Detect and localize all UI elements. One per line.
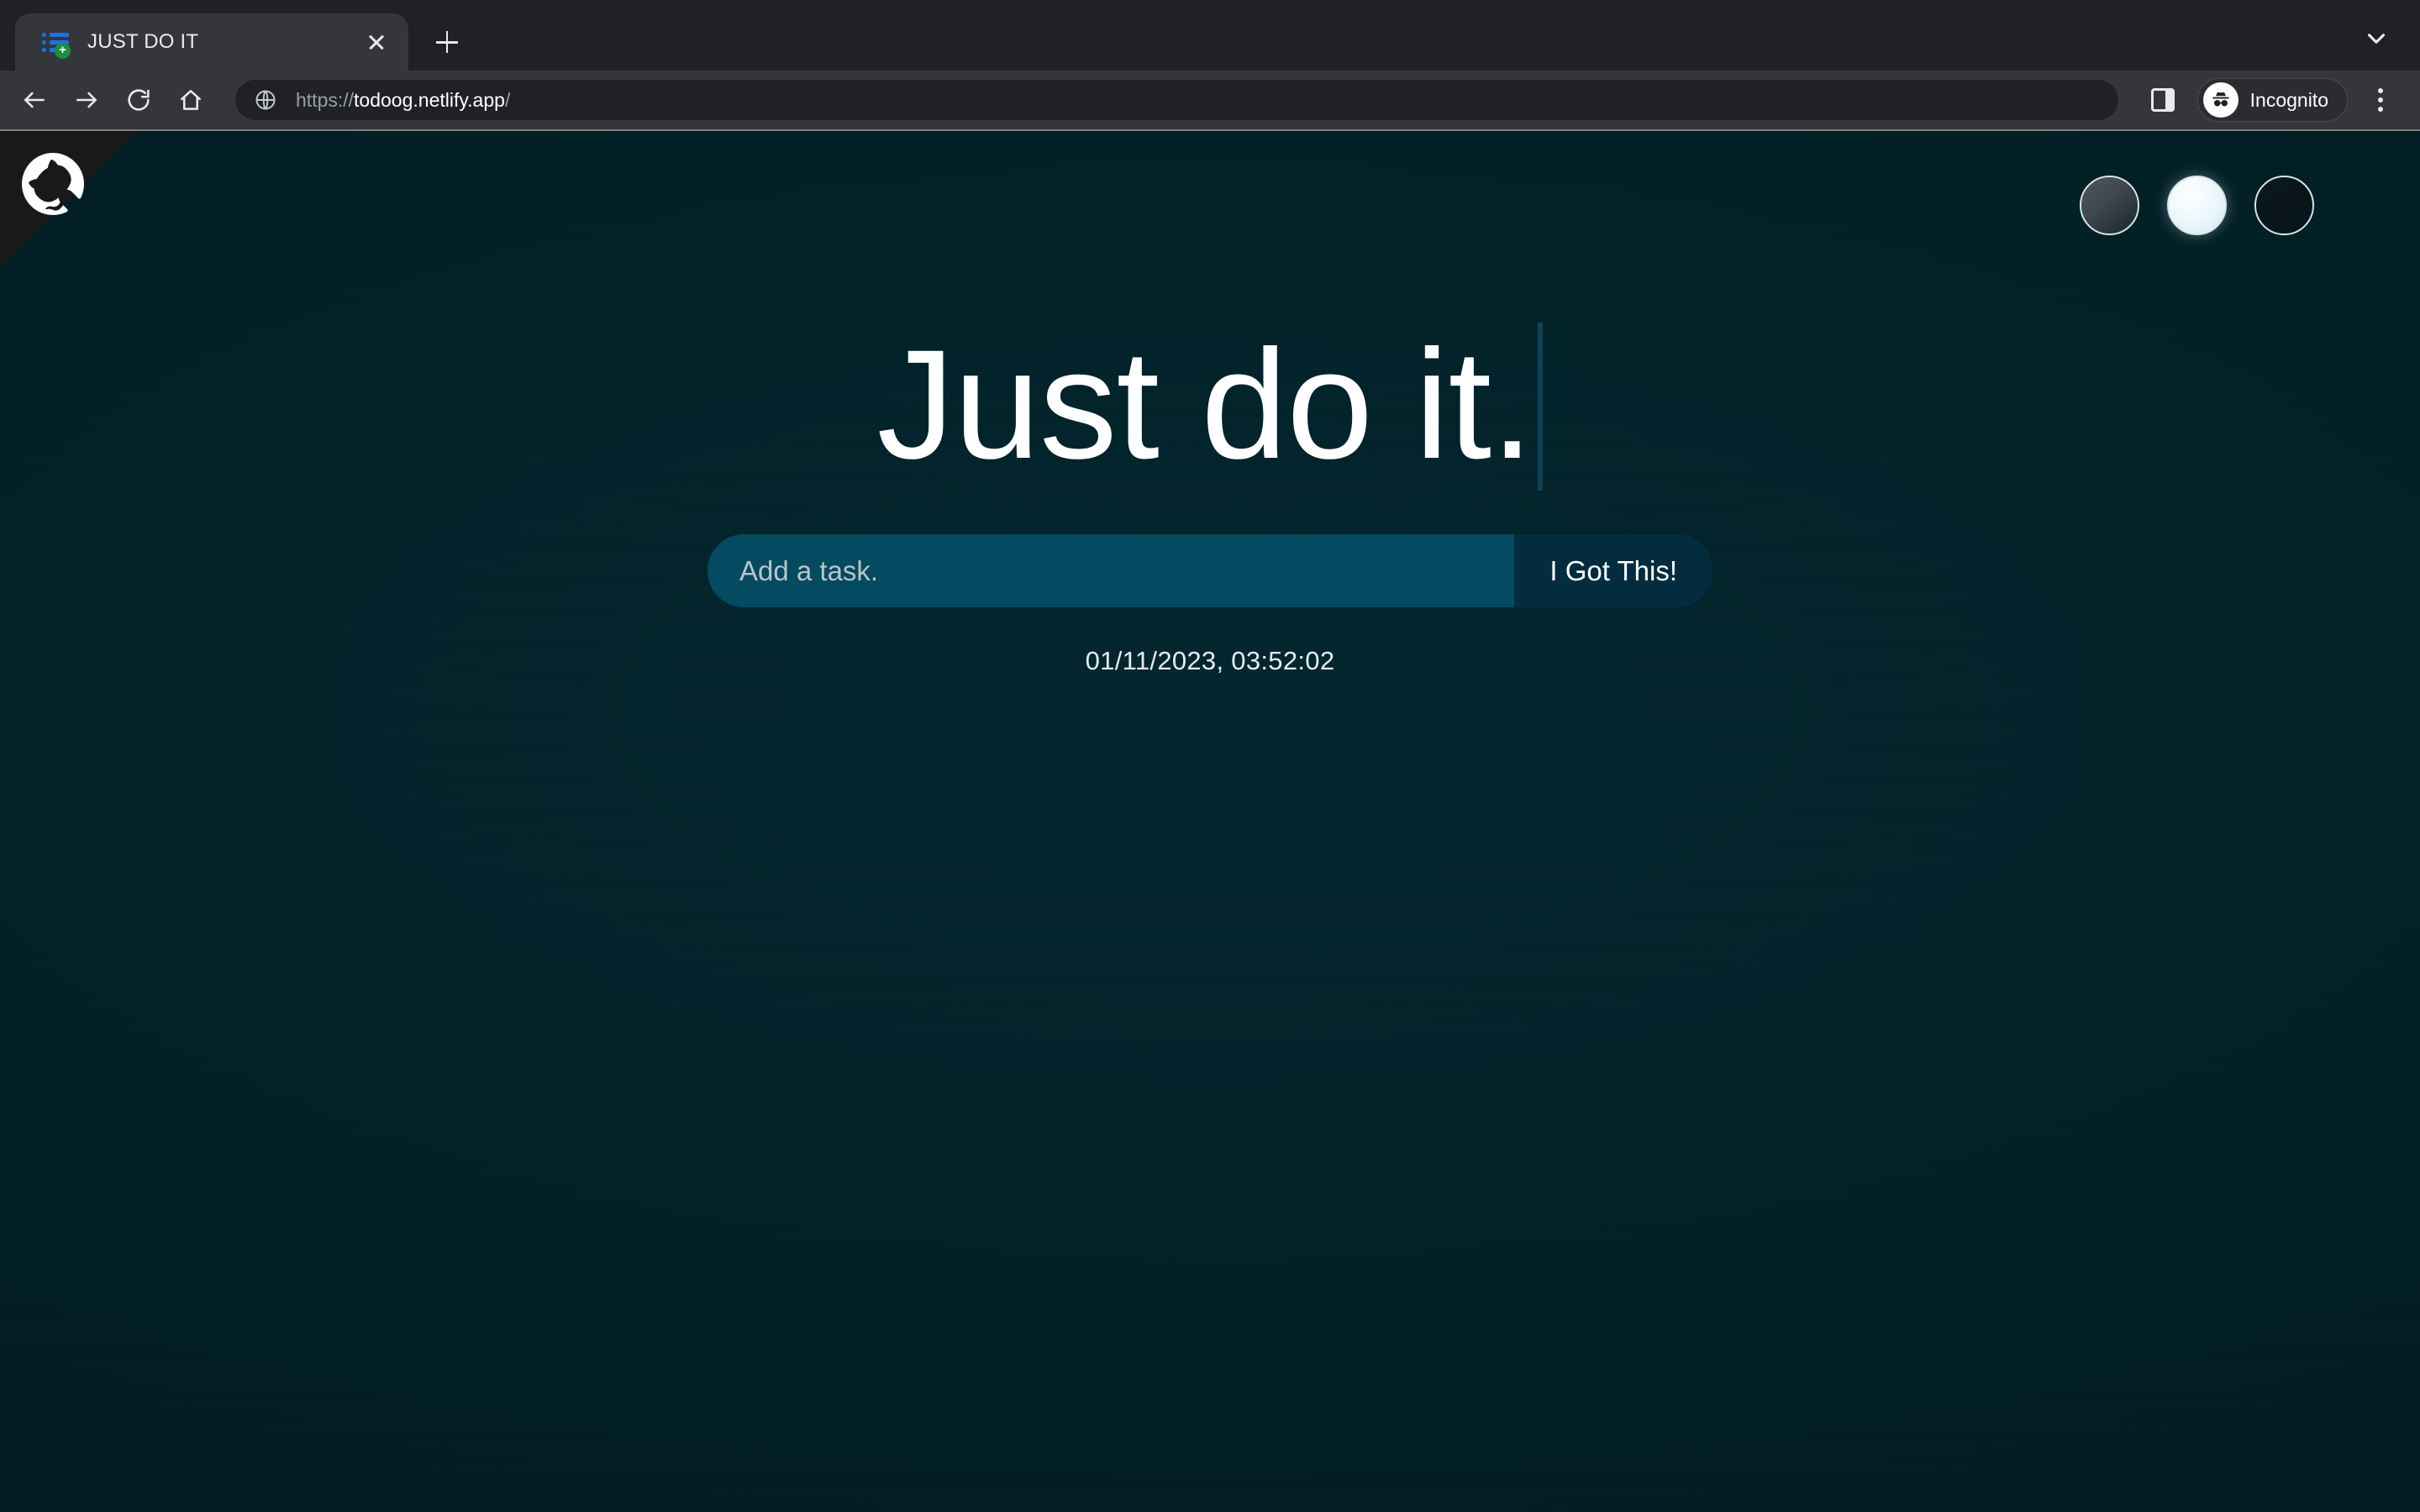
text-caret <box>1538 323 1544 491</box>
page-content: Just do it. I Got This! 01/11/2023, 03:5… <box>0 129 2420 1512</box>
tab-title: JUST DO IT <box>87 30 199 53</box>
home-icon[interactable] <box>165 74 217 126</box>
kebab-menu-icon[interactable] <box>2361 78 2400 122</box>
task-input[interactable] <box>708 534 1515 607</box>
browser-window: + JUST DO IT https://todoog.netlify.app/ <box>0 0 2420 1512</box>
todo-list-add-icon: + <box>40 28 71 59</box>
add-task-button[interactable]: I Got This! <box>1514 534 1712 607</box>
forward-icon[interactable] <box>60 74 113 126</box>
chevron-down-icon[interactable] <box>2353 15 2400 62</box>
tab-strip: + JUST DO IT <box>0 0 2420 71</box>
incognito-badge[interactable]: Incognito <box>2196 78 2348 122</box>
hero-title-wrap: Just do it. <box>877 319 1544 491</box>
address-bar[interactable]: https://todoog.netlify.app/ <box>235 80 2118 120</box>
new-tab-button[interactable] <box>424 18 471 66</box>
clock-display: 01/11/2023, 03:52:02 <box>1085 646 1335 675</box>
back-icon[interactable] <box>8 74 60 126</box>
url-text: https://todoog.netlify.app/ <box>296 89 510 112</box>
url-path: / <box>504 88 511 111</box>
hero-section: Just do it. I Got This! 01/11/2023, 03:5… <box>0 131 2420 676</box>
browser-tab[interactable]: + JUST DO IT <box>15 13 408 71</box>
plus-badge-icon: + <box>55 43 71 59</box>
incognito-label: Incognito <box>2249 88 2328 111</box>
page-title: Just do it. <box>876 318 1534 491</box>
incognito-icon <box>2202 82 2238 118</box>
url-host: todoog.netlify.app <box>354 88 505 111</box>
side-panel-icon[interactable] <box>2140 77 2186 123</box>
url-scheme: https:// <box>296 88 355 111</box>
task-form: I Got This! <box>708 534 1712 607</box>
close-icon[interactable] <box>356 22 397 62</box>
reload-icon[interactable] <box>113 74 165 126</box>
browser-toolbar: https://todoog.netlify.app/ Incognito <box>0 71 2420 129</box>
globe-icon <box>254 88 277 112</box>
